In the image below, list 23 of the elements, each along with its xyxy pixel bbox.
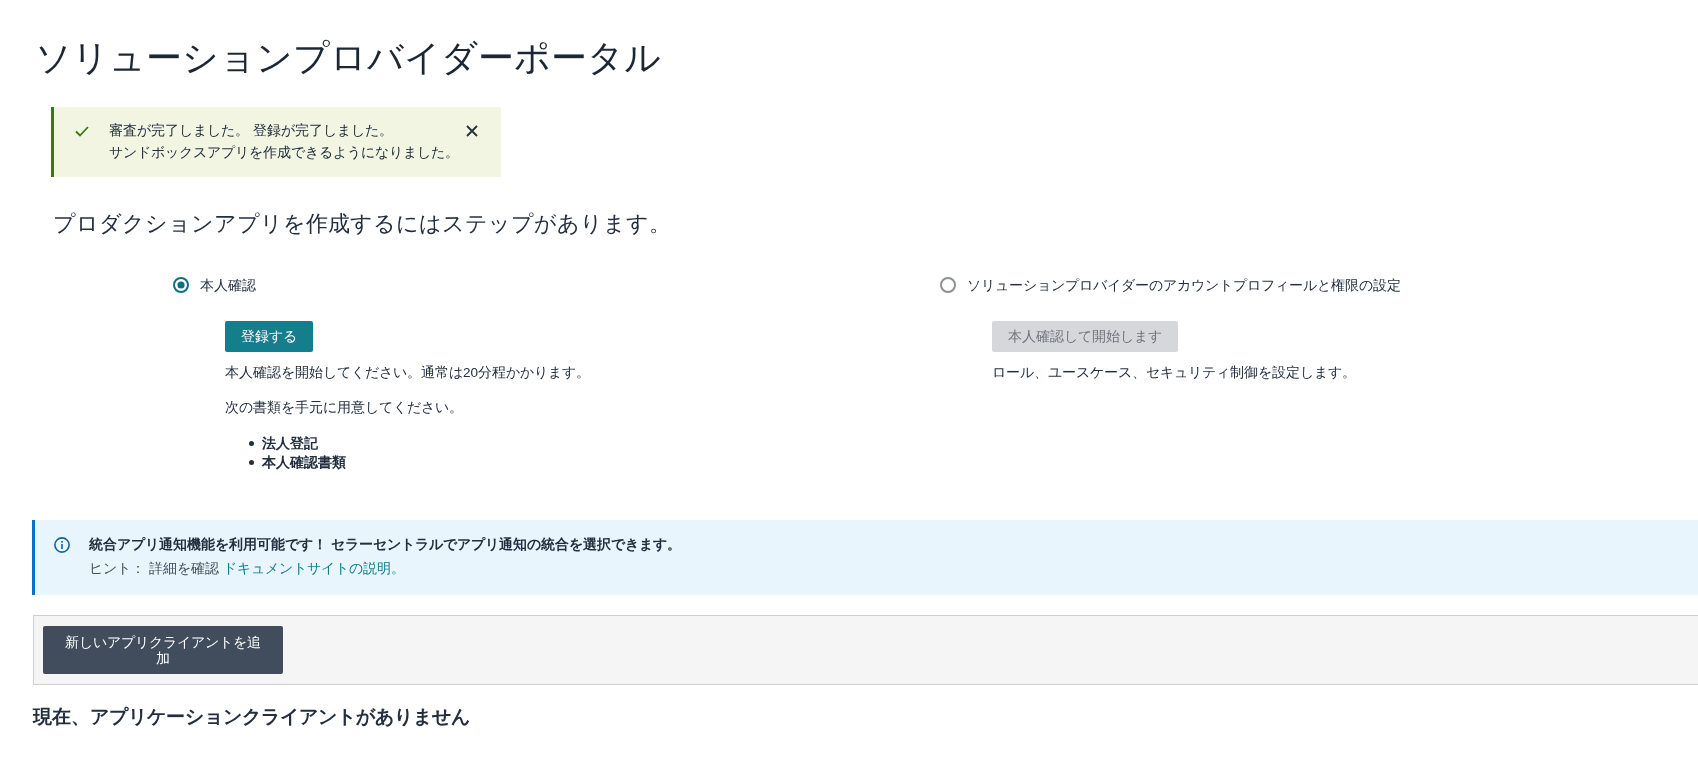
page-title: ソリューションプロバイダーポータル — [35, 36, 662, 80]
documents-prompt: 次の書類を手元に用意してください。 — [225, 399, 464, 417]
step-title: ソリューションプロバイダーのアカウントプロフィールと権限の設定 — [967, 276, 1401, 295]
alert-message: 審査が完了しました。 登録が完了しました。 — [109, 122, 394, 140]
step-description: 本人確認を開始してください。通常は20分程かかります。 — [225, 364, 592, 382]
step-description: ロール、ユースケース、セキュリティ制御を設定します。 — [992, 364, 1357, 382]
document-item: 法人登記 — [262, 434, 318, 453]
info-message: 統合アプリ通知機能を利用可能です！ セラーセントラルでアプリ通知の統合を選択できます。 — [89, 536, 681, 554]
close-icon — [466, 125, 478, 137]
info-icon — [54, 537, 70, 553]
step-title: 本人確認 — [200, 276, 256, 295]
empty-state-heading: 現在、アプリケーションクライアントがありません — [33, 705, 471, 729]
section-heading: プロダクションアプリを作成するにはステップがあります。 — [53, 210, 672, 238]
document-item: 本人確認書類 — [262, 453, 346, 472]
bullet-icon — [249, 460, 254, 465]
alert-message: サンドボックスアプリを作成できるようになりました。 — [109, 144, 460, 162]
docs-link[interactable]: ドキュメントサイトの説明。 — [222, 561, 405, 576]
step-button[interactable]: 登録する — [225, 321, 313, 352]
close-button[interactable] — [466, 125, 478, 137]
add-client-button[interactable]: 新しいアプリクライアントを追加 — [43, 626, 283, 674]
bullet-icon — [249, 441, 254, 446]
hint-text: ヒント： 詳細を確認 ドキュメントサイトの説明。 — [89, 560, 406, 578]
check-icon — [75, 126, 89, 137]
